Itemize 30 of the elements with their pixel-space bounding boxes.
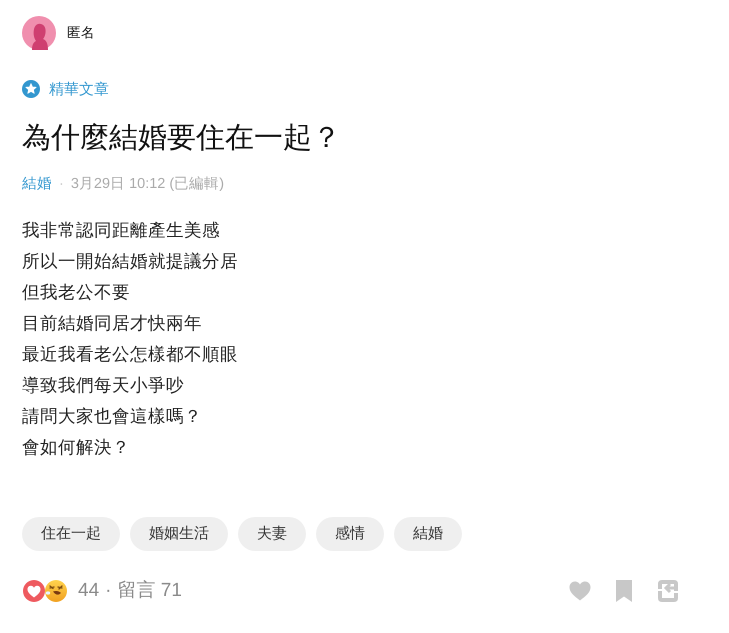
share-button[interactable] [657,580,679,602]
body-line: 目前結婚同居才快兩年 [22,312,203,335]
body-line: 請問大家也會這樣嗎？ [22,405,203,428]
body-line: 我非常認同距離產生美感 [22,219,221,242]
body-line: 最近我看老公怎樣都不順眼 [22,343,239,366]
topic-tag[interactable]: 結婚 [394,517,462,551]
avatar-silhouette [22,16,56,50]
topic-tag[interactable]: 夫妻 [238,517,306,551]
body-line: 會如何解決？ [22,436,131,459]
separator: · [105,578,112,603]
bookmark-icon [615,580,633,602]
author-name: 匿名 [67,24,95,42]
body-line: 但我老公不要 [22,281,131,304]
topic-tag[interactable]: 感情 [316,517,384,551]
post-title: 為什麼結婚要住在一起？ [22,121,342,156]
featured-label: 精華文章 [49,82,109,96]
like-button[interactable] [569,580,591,602]
separator: · [59,175,64,194]
bookmark-button[interactable] [613,580,635,602]
heart-icon [569,581,591,601]
heart-reaction-icon [22,579,46,603]
star-badge-icon [22,80,40,98]
post-timestamp: 3月29日 10:12 (已編輯) [70,175,224,194]
topic-tag[interactable]: 婚姻生活 [130,517,228,551]
laughing-face-icon [44,579,68,603]
reaction-count: 44 [78,578,100,603]
body-line: 導致我們每天小爭吵 [22,374,185,397]
share-icon [657,580,679,602]
topic-tag[interactable]: 住在一起 [22,517,120,551]
body-line: 所以一開始結婚就提議分居 [22,250,239,273]
